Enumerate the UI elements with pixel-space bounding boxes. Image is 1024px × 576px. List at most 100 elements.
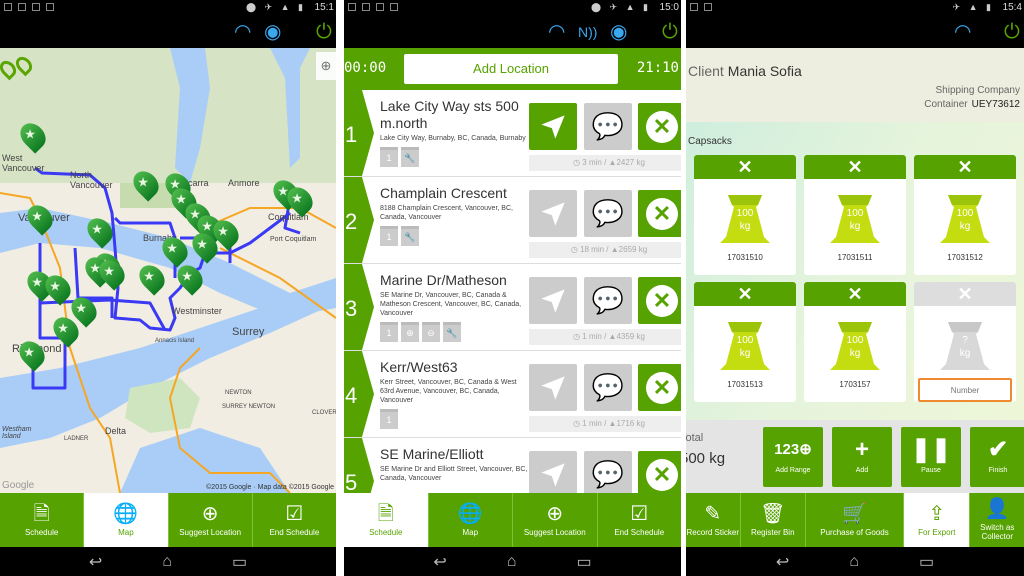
- capsack-card[interactable]: ✕? kg: [914, 282, 1016, 402]
- client-label: Client: [688, 63, 724, 79]
- skip-button[interactable]: ✕: [638, 364, 681, 411]
- recents-icon[interactable]: ▭: [576, 552, 591, 572]
- home-icon[interactable]: ⌂: [849, 553, 859, 571]
- skip-button[interactable]: ✕: [638, 190, 681, 237]
- remove-capsack-button[interactable]: ✕: [694, 155, 796, 179]
- capsack-number: 17031511: [837, 253, 873, 262]
- remove-capsack-button[interactable]: ✕: [804, 282, 906, 306]
- comment-button[interactable]: 💬: [584, 451, 632, 493]
- navigate-button[interactable]: [529, 364, 577, 411]
- nav-switch-as-collector[interactable]: 👤 Switch as Collector: [970, 493, 1024, 547]
- add-button[interactable]: + Add: [832, 427, 892, 487]
- power-icon[interactable]: ⏻: [662, 21, 678, 43]
- comment-button[interactable]: 💬: [584, 277, 632, 324]
- capsack-card[interactable]: ✕ 100 kg 17031512: [914, 155, 1016, 275]
- nav-end-schedule[interactable]: ☑ End Schedule: [598, 493, 682, 547]
- stop-address: SE Marine Dr and Elliott Street, Vancouv…: [380, 466, 528, 482]
- bin-icon[interactable]: 1: [380, 226, 398, 246]
- back-icon[interactable]: ↩: [89, 552, 102, 572]
- nav-purchase-of-goods[interactable]: 🛒 Purchase of Goods: [806, 493, 905, 547]
- capsack-card[interactable]: ✕ 100 kg 1703157: [804, 282, 906, 402]
- capsack-number-input[interactable]: [918, 378, 1012, 402]
- finish-button[interactable]: ✔ Finish: [970, 427, 1024, 487]
- schedule-list[interactable]: 1 Lake City Way sts 500 m.north Lake City …: [344, 90, 681, 493]
- schedule-row[interactable]: 1 Lake City Way sts 500 m.north Lake City …: [344, 90, 681, 177]
- nav-label: Schedule: [24, 527, 59, 537]
- map-view[interactable]: West Vancouver North Vancouver Belcarra An…: [0, 48, 336, 493]
- power-icon[interactable]: ⏻: [316, 21, 332, 43]
- capsack-number: 17031512: [947, 253, 983, 262]
- schedule-row[interactable]: 5 SE Marine/Elliott SE Marine Dr and Ellio…: [344, 438, 681, 493]
- navigate-button[interactable]: [529, 277, 577, 324]
- skip-button[interactable]: ✕: [638, 103, 681, 150]
- nav-label: End Schedule: [614, 527, 665, 537]
- bin-icon[interactable]: 1: [380, 322, 398, 342]
- recents-icon[interactable]: ▭: [919, 552, 934, 572]
- nfc-icon: N)): [578, 24, 598, 40]
- bin-icon[interactable]: ⊕: [401, 322, 419, 342]
- recents-icon[interactable]: ▭: [232, 552, 247, 572]
- navigate-button[interactable]: [529, 451, 577, 493]
- nav-label: Schedule: [369, 527, 403, 537]
- nav-record-sticker[interactable]: ✎ Record Sticker: [686, 493, 741, 547]
- nav-label: End Schedule: [269, 527, 320, 537]
- home-icon[interactable]: ⌂: [162, 553, 172, 571]
- stop-info: ◷ 3 min / ▲2427 kg: [529, 155, 681, 171]
- nav-suggest-location[interactable]: ⊕ Suggest Location: [169, 493, 253, 547]
- stop-weight: 1716 kg: [616, 419, 645, 428]
- chat-icon: 💬: [591, 198, 625, 228]
- comment-button[interactable]: 💬: [584, 103, 632, 150]
- add-range-button[interactable]: 123⊕ Add Range: [763, 427, 823, 487]
- nav-map[interactable]: 🌐 Map: [429, 493, 513, 547]
- schedule-row[interactable]: 4 Kerr/West63 Kerr Street, Vancouver, BC, …: [344, 351, 681, 438]
- navigate-button[interactable]: [529, 190, 577, 237]
- power-icon[interactable]: ⏻: [1004, 21, 1020, 43]
- capsack-card[interactable]: ✕ 100 kg 17031511: [804, 155, 906, 275]
- nav-for-export[interactable]: ⇪ For Export: [904, 493, 971, 547]
- bin-icon[interactable]: ⊖: [422, 322, 440, 342]
- weight-unit: kg: [739, 221, 751, 232]
- nav-register-bin[interactable]: 🗑 Register Bin: [741, 493, 806, 547]
- nav-end-schedule[interactable]: ☑ End Schedule: [253, 493, 336, 547]
- back-icon[interactable]: ↩: [433, 552, 446, 572]
- back-icon[interactable]: ↩: [776, 552, 789, 572]
- action-label: Pause: [921, 467, 941, 474]
- nav-suggest-location[interactable]: ⊕ Suggest Location: [513, 493, 598, 547]
- bin-icon[interactable]: 1: [380, 147, 398, 167]
- capsack-number: 17031513: [727, 380, 763, 389]
- capsacks-area: Capsacks ✕ 100 kg 17031510 ✕ 100 kg 17031511 ✕ 10…: [686, 122, 1024, 422]
- schedule-row[interactable]: 2 Champlain Crescent 8188 Champlain Cresce…: [344, 177, 681, 264]
- globe-icon: 🌐: [113, 502, 139, 525]
- comment-button[interactable]: 💬: [584, 364, 632, 411]
- schedule-row[interactable]: 3 Marine Dr/Matheson SE Marine Dr, Vancouv…: [344, 264, 681, 351]
- remove-capsack-button[interactable]: ✕: [914, 282, 1016, 306]
- remove-capsack-button[interactable]: ✕: [914, 155, 1016, 179]
- nav-map[interactable]: 🌐 Map: [84, 493, 169, 547]
- navigate-button[interactable]: [529, 103, 577, 150]
- home-icon[interactable]: ⌂: [507, 553, 517, 571]
- pause-button[interactable]: ❚❚ Pause: [901, 427, 961, 487]
- skip-button[interactable]: ✕: [638, 451, 681, 493]
- bin-icon[interactable]: 🔧: [401, 226, 419, 246]
- comment-button[interactable]: 💬: [584, 190, 632, 237]
- my-location-button[interactable]: ⊕: [316, 52, 336, 80]
- weight-unit: kg: [739, 348, 751, 359]
- stop-title: Marine Dr/Matheson SE Marine Dr, Vancouve…: [380, 272, 530, 342]
- nav-schedule[interactable]: 🗎 Schedule: [344, 493, 429, 547]
- add-location-button[interactable]: Add Location: [404, 54, 618, 84]
- collection-screen: ✈ ▲ ▮ 15:4 ◠ ⏻ Client Mania Sofia Shippin…: [686, 0, 1024, 576]
- stop-number: 2: [344, 177, 374, 263]
- skip-button[interactable]: ✕: [638, 277, 681, 324]
- bin-icon[interactable]: 1: [380, 409, 398, 429]
- map-canvas: [0, 48, 336, 493]
- capsack-card[interactable]: ✕ 100 kg 17031513: [694, 282, 796, 402]
- bin-icon[interactable]: 🔧: [443, 322, 461, 342]
- bin-icon[interactable]: 🔧: [401, 147, 419, 167]
- nav-schedule[interactable]: 🗎 Schedule: [0, 493, 85, 547]
- remove-capsack-button[interactable]: ✕: [804, 155, 906, 179]
- pin-plus-icon: ⊕: [546, 502, 564, 525]
- remove-capsack-button[interactable]: ✕: [694, 282, 796, 306]
- capsack-card[interactable]: ✕ 100 kg 17031510: [694, 155, 796, 275]
- close-icon: ✕: [646, 110, 678, 143]
- finish-icon: ✔: [987, 436, 1009, 463]
